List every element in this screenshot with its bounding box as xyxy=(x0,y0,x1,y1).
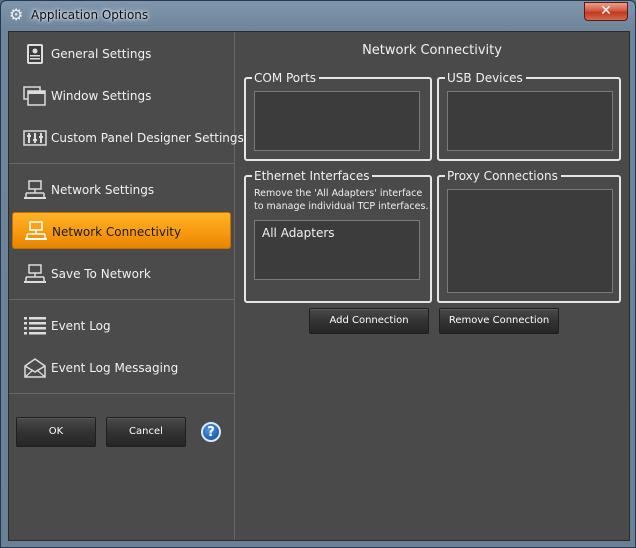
proxy-connections-title: Proxy Connections xyxy=(445,168,561,184)
close-button[interactable]: ✕ xyxy=(584,2,628,21)
usb-devices-list[interactable] xyxy=(447,91,613,151)
ethernet-description: Remove the 'All Adapters' interface to m… xyxy=(254,188,429,212)
com-ports-title: COM Ports xyxy=(252,70,320,86)
add-connection-button[interactable]: Add Connection xyxy=(309,308,429,334)
ethernet-interfaces-title: Ethernet Interfaces xyxy=(252,168,373,184)
cancel-button[interactable]: Cancel xyxy=(106,417,186,447)
remove-connection-button[interactable]: Remove Connection xyxy=(439,308,559,334)
close-icon: ✕ xyxy=(600,3,612,19)
sidebar-item-network-settings[interactable]: Network Settings xyxy=(9,170,234,210)
proxy-connections-list[interactable] xyxy=(447,189,613,293)
sidebar-divider xyxy=(9,393,234,394)
sidebar-item-label: Event Log Messaging xyxy=(51,361,179,375)
sidebar-item-label: Event Log xyxy=(51,319,111,333)
sidebar-divider xyxy=(9,163,234,164)
com-ports-group: COM Ports xyxy=(244,70,432,161)
page-title: Network Connectivity xyxy=(362,43,502,58)
dialog-content: General Settings Window Settings Custom … xyxy=(8,31,630,541)
sidebar-item-event-log[interactable]: Event Log xyxy=(9,306,234,346)
gear-icon: ⚙ xyxy=(9,5,24,24)
sidebar-item-label: Save To Network xyxy=(51,267,151,281)
sidebar-item-window-settings[interactable]: Window Settings xyxy=(9,76,234,116)
main-panel: Network Connectivity COM Ports USB Devic… xyxy=(235,32,629,540)
proxy-connections-group: Proxy Connections xyxy=(437,168,621,303)
envelope-icon xyxy=(24,358,46,378)
sidebar-item-general-settings[interactable]: General Settings xyxy=(9,34,234,74)
help-icon[interactable]: ? xyxy=(201,422,221,442)
network-icon xyxy=(24,180,46,199)
sidebar: General Settings Window Settings Custom … xyxy=(9,32,244,540)
sidebar-item-label: Network Settings xyxy=(51,183,155,197)
panel-designer-icon xyxy=(23,130,47,146)
sidebar-divider xyxy=(9,299,234,300)
ok-button[interactable]: OK xyxy=(16,417,96,447)
sidebar-item-custom-panel-designer-settings[interactable]: Custom Panel Designer Settings xyxy=(9,118,244,158)
network-icon xyxy=(24,264,46,283)
sidebar-item-label: Window Settings xyxy=(51,89,152,103)
usb-devices-title: USB Devices xyxy=(445,70,526,86)
ethernet-interfaces-group: Ethernet Interfaces Remove the 'All Adap… xyxy=(244,168,432,303)
com-ports-list[interactable] xyxy=(254,91,420,151)
list-icon xyxy=(24,317,46,335)
list-item[interactable]: All Adapters xyxy=(262,226,335,240)
general-settings-icon xyxy=(27,44,43,64)
window-settings-icon xyxy=(23,86,46,106)
sidebar-item-label: Custom Panel Designer Settings xyxy=(51,131,244,145)
network-icon xyxy=(25,221,47,240)
sidebar-item-label: Network Connectivity xyxy=(52,225,182,239)
sidebar-item-label: General Settings xyxy=(51,47,152,61)
sidebar-item-save-to-network[interactable]: Save To Network xyxy=(9,254,234,294)
application-options-window: ⚙ Application Options ✕ General Settings xyxy=(0,0,636,548)
title-bar: ⚙ Application Options ✕ xyxy=(1,1,635,31)
window-title: Application Options xyxy=(31,8,149,22)
ethernet-interfaces-list[interactable]: All Adapters xyxy=(254,220,420,280)
sidebar-item-network-connectivity[interactable]: Network Connectivity xyxy=(12,212,231,249)
sidebar-item-event-log-messaging[interactable]: Event Log Messaging xyxy=(9,348,234,388)
usb-devices-group: USB Devices xyxy=(437,70,621,161)
